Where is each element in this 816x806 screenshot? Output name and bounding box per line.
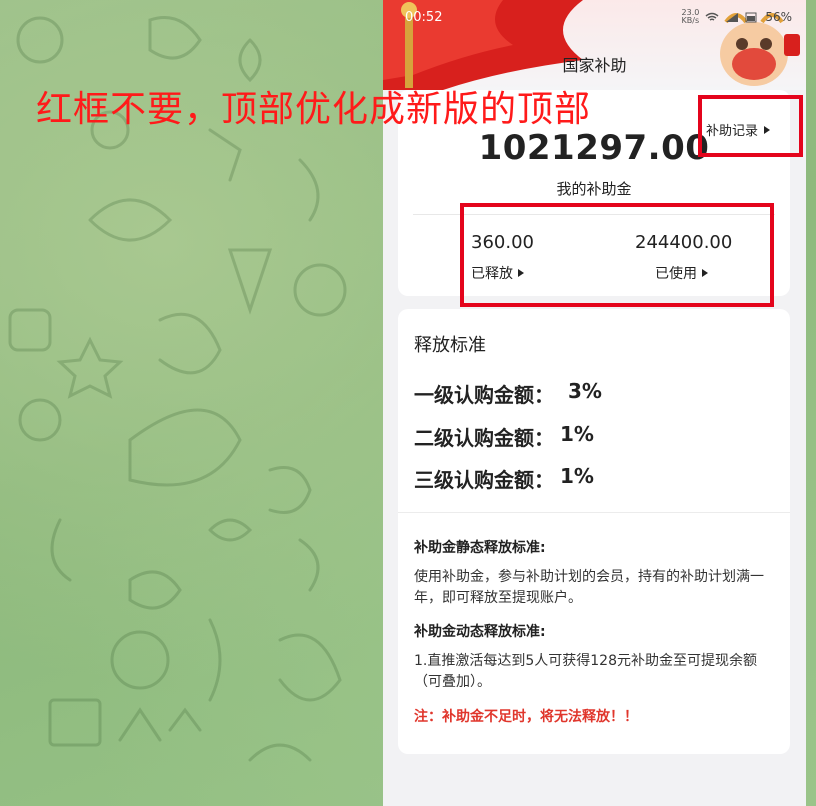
tier-value: 1% [560,464,594,488]
tier-row: 二级认购金额： 1% [414,422,594,451]
network-speed: 23.0 KB/s [681,8,700,25]
tier-value: 1% [560,422,594,446]
dynamic-release-body: 1.直推激活每达到5人可获得128元补助金至可提现余额（可叠加）。 [414,653,757,690]
tier-label: 三级认购金额： [414,468,554,492]
warning-note: 注：补助金不足时，将无法释放！！ [414,709,638,725]
wifi-icon [705,12,719,21]
highlight-box-records [698,95,803,157]
highlight-box-stats [460,203,774,307]
tier-label: 二级认购金额： [414,426,554,450]
tier-row: 一级认购金额： 3% [414,379,602,408]
dynamic-release-heading: 补助金动态释放标准: [414,624,546,640]
battery-icon [745,12,757,22]
battery-level: 56% [765,10,792,24]
signal-icon [726,12,739,22]
release-rules-card: 释放标准 一级认购金额： 3% 二级认购金额： 1% 三级认购金额： 1% 补助… [398,309,790,754]
tier-label: 一级认购金额： [414,383,554,407]
static-release-heading: 补助金静态释放标准: [414,540,546,556]
tier-row: 三级认购金额： 1% [414,464,594,493]
status-time: 00:52 [405,9,443,25]
tier-value: 3% [568,379,602,403]
total-subsidy-label: 我的补助金 [556,180,632,198]
static-release-body: 使用补助金，参与补助计划的会员，持有的补助计划满一年，即可释放至提现账户。 [414,569,764,606]
status-bar: 00:52 23.0 KB/s 56% [383,0,806,34]
page-title: 国家补助 [562,56,627,75]
annotation-text: 红框不要，顶部优化成新版的顶部 [36,89,592,130]
rules-title: 释放标准 [414,335,486,356]
divider [398,512,790,513]
status-icons: 23.0 KB/s 56% [682,9,792,25]
